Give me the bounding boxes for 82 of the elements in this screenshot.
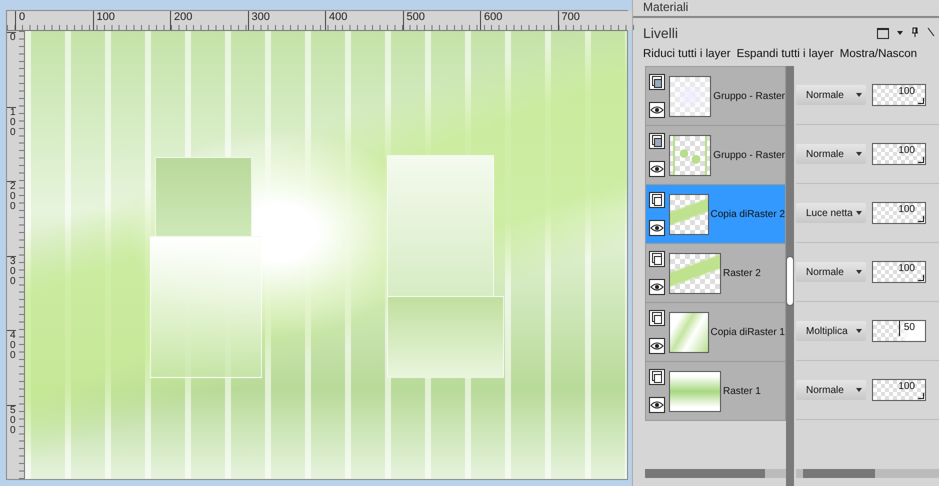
blend-mode-dropdown[interactable]: Normale — [796, 144, 866, 164]
ruler-label: 500 — [402, 11, 480, 30]
ruler-label: 300 — [7, 256, 16, 330]
layer-row[interactable]: Gruppo - Raster — [645, 66, 786, 126]
opacity-slider[interactable]: 100 — [872, 379, 926, 401]
restore-icon[interactable] — [877, 28, 889, 38]
eye-icon[interactable] — [649, 220, 665, 236]
layer-name: Gruppo - Raster — [713, 150, 785, 160]
eye-icon[interactable] — [649, 161, 665, 177]
dropdown-caret-icon[interactable] — [856, 388, 862, 392]
splitter-handle[interactable] — [786, 256, 794, 306]
eye-icon[interactable] — [649, 397, 665, 413]
slider-thumb[interactable] — [918, 393, 924, 399]
blend-mode-dropdown[interactable]: Moltiplica — [796, 321, 866, 341]
layer-stack-icon — [649, 310, 665, 326]
panel-title: Materiali — [643, 0, 688, 14]
blend-mode-dropdown[interactable]: Normale — [796, 85, 866, 105]
layer-thumbnail — [669, 134, 712, 176]
opacity-value: 100 — [898, 381, 915, 392]
slider-thumb[interactable] — [918, 216, 924, 222]
layer-row[interactable]: Copia diRaster 2 — [645, 185, 786, 244]
slider-thumb[interactable] — [918, 98, 924, 104]
toolbar-button[interactable]: Mostra/Nascon — [840, 48, 918, 60]
opacity-slider[interactable]: 100 — [872, 202, 926, 224]
opacity-value: 100 — [898, 263, 915, 274]
dropdown-caret-icon[interactable] — [856, 93, 862, 97]
opacity-value: 100 — [898, 204, 915, 215]
layer-stack-icon — [649, 133, 665, 149]
ruler-label: 400 — [7, 330, 16, 404]
layer-stack-icon — [649, 251, 665, 267]
layer-stack-icon — [649, 369, 665, 385]
layer-thumbnail — [669, 76, 712, 116]
opacity-slider[interactable]: 100 — [872, 261, 926, 283]
layer-name: Copia diRaster 2 — [710, 208, 785, 220]
layer-name: Raster 1 — [723, 386, 761, 396]
ruler-label: 600 — [480, 11, 558, 30]
slider-thumb[interactable] — [918, 275, 924, 281]
ruler-label: 100 — [92, 11, 170, 30]
ruler-label: 0 — [7, 32, 16, 106]
eye-icon[interactable] — [649, 279, 665, 295]
toolbar-button[interactable]: Riduci tutti i layer — [643, 48, 731, 60]
layer-row[interactable]: Gruppo - Raster — [645, 126, 786, 185]
opacity-slider[interactable]: 100 — [872, 84, 926, 106]
slider-thumb[interactable] — [918, 157, 924, 163]
dropdown-caret-icon[interactable] — [856, 152, 862, 156]
dropdown-caret-icon[interactable] — [897, 31, 903, 35]
layer-stack-icon — [649, 192, 665, 208]
layer-thumbnail — [669, 194, 709, 234]
toolbar-button[interactable]: Espandi tutti i layer — [736, 48, 834, 60]
ruler-label: 100 — [7, 106, 16, 181]
layer-thumbnail — [669, 252, 721, 294]
dropdown-caret-icon[interactable] — [856, 329, 862, 333]
layer-name: Raster 2 — [723, 268, 761, 278]
layer-row[interactable]: Raster 1 — [645, 362, 786, 421]
eye-icon[interactable] — [649, 338, 665, 354]
opacity-slider[interactable]: 100 — [872, 143, 926, 165]
ruler-label: 200 — [7, 181, 16, 256]
horizontal-scrollbar[interactable] — [645, 469, 786, 478]
layer-row[interactable]: Copia diRaster 1 — [645, 303, 786, 362]
layer-name: Gruppo - Raster — [713, 90, 785, 102]
panel-title: Livelli — [643, 25, 678, 41]
eye-icon[interactable] — [649, 102, 665, 118]
opacity-value: 100 — [898, 86, 915, 97]
ruler-label: 300 — [248, 11, 325, 30]
layer-name: Copia diRaster 1 — [710, 326, 785, 338]
layer-stack-icon — [649, 74, 665, 90]
dropdown-caret-icon[interactable] — [856, 211, 862, 215]
opacity-value: 50 — [904, 322, 915, 333]
blend-mode-dropdown[interactable]: Luce netta — [796, 203, 866, 223]
opacity-value: 100 — [898, 145, 915, 156]
layer-thumbnail — [669, 370, 721, 412]
ruler-label: 200 — [170, 11, 248, 30]
layer-thumbnail — [669, 312, 709, 352]
ruler-label: 400 — [325, 11, 402, 30]
blend-mode-dropdown[interactable]: Normale — [796, 380, 866, 400]
opacity-slider[interactable]: 50 — [872, 320, 926, 342]
ruler-label: 0 — [15, 11, 92, 30]
dropdown-caret-icon[interactable] — [856, 270, 862, 274]
ruler-label: 500 — [7, 404, 16, 479]
horizontal-scrollbar[interactable] — [796, 469, 939, 478]
blend-mode-dropdown[interactable]: Normale — [796, 262, 866, 282]
layer-row[interactable]: Raster 2 — [645, 244, 786, 303]
